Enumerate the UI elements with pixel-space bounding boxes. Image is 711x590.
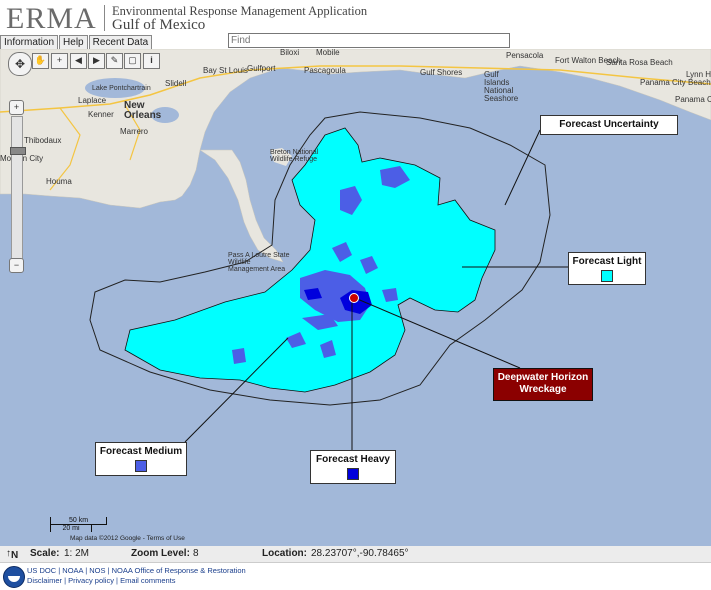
- map-view[interactable]: Bay St Louis Gulfport Pascagoula Biloxi …: [0, 49, 711, 546]
- place-label: Laplace: [78, 96, 107, 105]
- back-button[interactable]: ◀: [70, 53, 87, 69]
- place-label: Marrero: [120, 127, 149, 136]
- forecast-heavy-swatch: [347, 468, 359, 480]
- place-label: Gulf Islands National Seashore: [484, 70, 519, 103]
- measure-icon: ✎: [110, 55, 119, 65]
- footer-links[interactable]: US DOC | NOAA | NOS | NOAA Office of Res…: [27, 566, 246, 575]
- scale-bar: 50 km 20 mi: [50, 517, 107, 532]
- forecast-light-label: Forecast Light: [572, 256, 642, 267]
- forecast-medium-swatch: [135, 460, 147, 472]
- hand-tool-button[interactable]: ✋: [32, 53, 49, 69]
- scale-label: Scale:: [30, 548, 60, 559]
- erma-logo: ERMA: [6, 2, 97, 35]
- place-label: Gulfport: [247, 64, 276, 73]
- wreckage-marker[interactable]: [349, 293, 359, 303]
- zoom-in-icon: +: [13, 102, 20, 112]
- forward-button[interactable]: ▶: [88, 53, 105, 69]
- place-label: Lynn Hav: [686, 70, 711, 79]
- forecast-heavy-callout: Forecast Heavy: [310, 450, 396, 484]
- location-label: Location:: [262, 548, 307, 559]
- forecast-medium-area: [232, 348, 246, 364]
- zoom-slider-handle[interactable]: [10, 147, 26, 155]
- pan-icon: ✥: [14, 57, 26, 71]
- place-label: Panama City: [675, 95, 711, 104]
- map-attribution[interactable]: Map data ©2012 Google - Terms of Use: [70, 535, 185, 542]
- zoom-box-button[interactable]: +: [51, 53, 68, 69]
- place-label: Santa Rosa Beach: [606, 58, 673, 67]
- noaa-logo: [3, 566, 25, 588]
- place-label: Breton National Wildlife Refuge: [270, 149, 319, 163]
- zoom-slider[interactable]: [10, 116, 26, 272]
- app-header: ERMA Environmental Response Management A…: [0, 0, 711, 36]
- place-label: Pascagoula: [304, 66, 346, 75]
- scale-value: 1: 2M: [64, 548, 90, 559]
- wreckage-label: Deepwater Horizon Wreckage: [497, 372, 589, 395]
- place-label: New Orleans: [124, 100, 162, 121]
- forecast-light-swatch: [601, 270, 613, 282]
- hand-icon: ✋: [34, 55, 47, 65]
- place-label: Mobile: [316, 49, 340, 57]
- place-label: Bay St Louis: [203, 66, 248, 75]
- measure-button[interactable]: ✎: [106, 53, 123, 69]
- zoom-level-label: Zoom Level:: [131, 548, 190, 559]
- arrow-left-icon: ◀: [75, 55, 82, 65]
- forecast-light-callout: Forecast Light: [568, 252, 646, 285]
- place-label: Slidell: [165, 79, 187, 88]
- place-label: Lake Pontchartrain: [92, 85, 151, 92]
- tab-bar: Information Help Recent Data: [0, 35, 153, 50]
- zoom-in-button[interactable]: +: [9, 100, 24, 115]
- zoom-box-icon: +: [56, 55, 63, 65]
- pan-control[interactable]: ✥: [8, 52, 32, 76]
- zoom-out-icon: −: [13, 260, 20, 270]
- tab-information[interactable]: Information: [0, 35, 59, 50]
- forecast-uncertainty-label: Forecast Uncertainty: [559, 119, 659, 130]
- forecast-uncertainty-callout: Forecast Uncertainty: [540, 115, 678, 135]
- forecast-heavy-label: Forecast Heavy: [316, 454, 390, 465]
- place-label: Biloxi: [280, 49, 300, 57]
- logo-divider: [104, 5, 105, 31]
- forecast-medium-callout: Forecast Medium: [95, 442, 187, 476]
- scale-bar-mi: 20 mi: [50, 525, 92, 532]
- place-label: Kenner: [88, 110, 114, 119]
- location-value: 28.23707°,-90.78465°: [311, 548, 409, 559]
- scale-bar-km: 50 km: [50, 517, 107, 525]
- place-label: Thibodaux: [24, 136, 62, 145]
- north-arrow-icon: ↑ N: [6, 548, 19, 561]
- zoom-extent-button[interactable]: ▢: [124, 53, 141, 69]
- footer: US DOC | NOAA | NOS | NOAA Office of Res…: [0, 562, 711, 590]
- arrow-right-icon: ▶: [93, 55, 100, 65]
- north-label: N: [11, 550, 19, 561]
- region-title: Gulf of Mexico: [112, 17, 206, 33]
- status-bar: ↑ N Scale: 1: 2M Zoom Level: 8 Location: …: [0, 546, 711, 562]
- tab-help[interactable]: Help: [59, 35, 88, 50]
- land-delta: [199, 149, 284, 263]
- place-label: Houma: [46, 177, 72, 186]
- zoom-out-button[interactable]: −: [9, 258, 24, 273]
- search-input[interactable]: [228, 33, 510, 48]
- zoom-level-value: 8: [193, 548, 199, 559]
- place-label: Panama City Beach: [640, 78, 711, 87]
- info-icon: i: [150, 55, 153, 65]
- tab-recent-data[interactable]: Recent Data: [88, 35, 153, 50]
- identify-button[interactable]: i: [143, 53, 160, 69]
- footer-secondary-links[interactable]: Disclaimer | Privacy policy | Email comm…: [27, 576, 176, 585]
- place-label: Pass A Loutre State Wildlife Management …: [228, 252, 290, 273]
- zoom-extent-icon: ▢: [128, 55, 137, 65]
- forecast-medium-label: Forecast Medium: [99, 446, 183, 457]
- wreckage-callout: Deepwater Horizon Wreckage: [493, 368, 593, 401]
- place-label: Gulf Shores: [420, 68, 463, 77]
- place-label: Pensacola: [506, 51, 544, 60]
